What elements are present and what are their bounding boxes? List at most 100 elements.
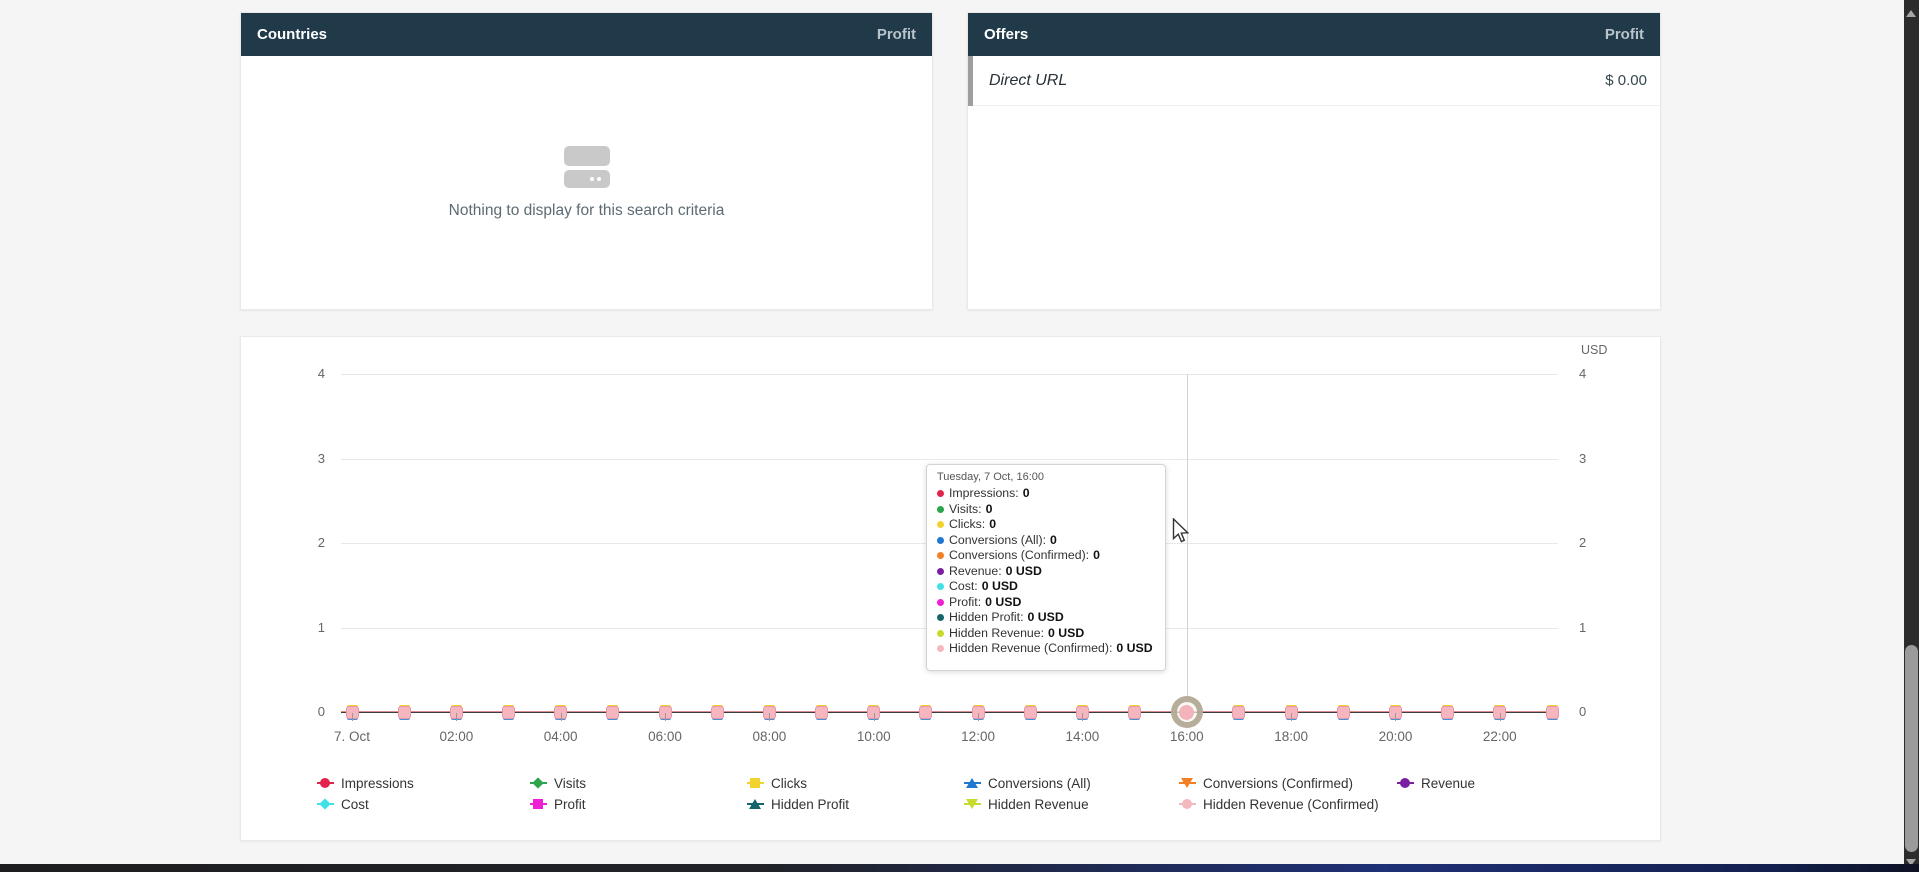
x-axis-tick xyxy=(1500,713,1501,721)
offers-left-scrollbar[interactable] xyxy=(968,56,973,106)
legend-item-impressions[interactable]: Impressions xyxy=(317,775,414,791)
hovered-data-point[interactable] xyxy=(1171,696,1203,728)
legend-marker-icon xyxy=(1397,776,1414,790)
offers-panel-header: Offers Profit xyxy=(968,13,1660,56)
scrollbar-up-arrow-icon[interactable] xyxy=(1906,10,1916,17)
tooltip-series-bullet-icon xyxy=(937,614,944,621)
tooltip-series-label: Visits: xyxy=(949,502,982,518)
tooltip-header: Tuesday, 7 Oct, 16:00 xyxy=(937,471,1155,483)
legend-item-hidden-revenue[interactable]: Hidden Revenue xyxy=(964,796,1089,812)
tooltip-row: Hidden Revenue (Confirmed):0 USD xyxy=(937,641,1155,657)
legend-item-hidden-profit[interactable]: Hidden Profit xyxy=(747,796,849,812)
legend-item-clicks[interactable]: Clicks xyxy=(747,775,807,791)
tooltip-series-bullet-icon xyxy=(937,537,944,544)
bottom-taskbar-edge xyxy=(0,864,1919,872)
tooltip-series-bullet-icon xyxy=(937,583,944,590)
chart-currency-label: USD xyxy=(1581,343,1607,357)
gridline-y4 xyxy=(341,374,1558,375)
legend-item-conversions-all-[interactable]: Conversions (All) xyxy=(964,775,1091,791)
legend-item-conversions-confirmed-[interactable]: Conversions (Confirmed) xyxy=(1179,775,1353,791)
data-point-marker[interactable] xyxy=(1024,706,1037,719)
chart-panel: USD 44332211007. Oct02:0004:0006:0008:00… xyxy=(240,336,1661,841)
legend-label: Hidden Revenue xyxy=(988,797,1089,812)
x-axis-tick xyxy=(561,713,562,721)
countries-panel-title: Countries xyxy=(257,26,327,43)
tooltip-series-label: Cost: xyxy=(949,579,978,595)
tooltip-series-value: 0 xyxy=(1050,533,1057,549)
empty-data-icon xyxy=(564,146,610,188)
legend-label: Visits xyxy=(554,776,586,791)
data-point-marker[interactable] xyxy=(1128,706,1141,719)
tooltip-row: Conversions (All):0 xyxy=(937,533,1155,549)
data-point-marker[interactable] xyxy=(815,706,828,719)
data-point-marker[interactable] xyxy=(711,706,724,719)
tooltip-series-value: 0 xyxy=(989,517,996,533)
y-axis-label-left: 1 xyxy=(295,620,325,635)
mouse-cursor-icon xyxy=(1172,518,1190,550)
legend-item-hidden-revenue-confirmed-[interactable]: Hidden Revenue (Confirmed) xyxy=(1179,796,1379,812)
x-axis-label: 02:00 xyxy=(421,729,491,744)
tooltip-row: Hidden Profit:0 USD xyxy=(937,610,1155,626)
legend-marker-icon xyxy=(530,776,547,790)
legend-label: Conversions (Confirmed) xyxy=(1203,776,1353,791)
tooltip-series-bullet-icon xyxy=(937,599,944,606)
tooltip-series-label: Conversions (Confirmed): xyxy=(949,548,1089,564)
tooltip-series-bullet-icon xyxy=(937,552,944,559)
legend-marker-icon xyxy=(1179,776,1196,790)
tooltip-series-label: Conversions (All): xyxy=(949,533,1046,549)
data-point-marker[interactable] xyxy=(1232,706,1245,719)
scrollbar-thumb[interactable] xyxy=(1905,645,1918,852)
data-point-marker[interactable] xyxy=(1337,706,1350,719)
x-axis-tick xyxy=(665,713,666,721)
tooltip-series-label: Clicks: xyxy=(949,517,985,533)
chart-tooltip: Tuesday, 7 Oct, 16:00 Impressions:0Visit… xyxy=(926,464,1166,671)
y-axis-label-right: 3 xyxy=(1579,451,1609,466)
x-axis-label: 06:00 xyxy=(630,729,700,744)
empty-state-text: Nothing to display for this search crite… xyxy=(449,202,725,220)
data-point-marker[interactable] xyxy=(398,706,411,719)
legend-label: Hidden Revenue (Confirmed) xyxy=(1203,797,1379,812)
legend-item-revenue[interactable]: Revenue xyxy=(1397,775,1475,791)
legend-marker-icon xyxy=(747,776,764,790)
legend-item-cost[interactable]: Cost xyxy=(317,796,369,812)
countries-metric-header: Profit xyxy=(877,26,916,43)
tooltip-series-bullet-icon xyxy=(937,568,944,575)
tooltip-series-value: 0 USD xyxy=(1116,641,1152,657)
legend-marker-icon xyxy=(964,776,981,790)
tooltip-series-value: 0 xyxy=(1093,548,1100,564)
legend-label: Clicks xyxy=(771,776,807,791)
tooltip-series-label: Impressions: xyxy=(949,486,1019,502)
tooltip-series-value: 0 USD xyxy=(982,579,1018,595)
offers-table-row[interactable]: Direct URL $ 0.00 xyxy=(968,56,1660,106)
tooltip-row: Profit:0 USD xyxy=(937,595,1155,611)
tooltip-series-bullet-icon xyxy=(937,521,944,528)
legend-item-profit[interactable]: Profit xyxy=(530,796,586,812)
legend-marker-icon xyxy=(530,797,547,811)
countries-panel: Countries Profit Nothing to display for … xyxy=(240,12,933,310)
y-axis-label-right: 2 xyxy=(1579,535,1609,550)
data-point-marker[interactable] xyxy=(502,706,515,719)
offer-name[interactable]: Direct URL xyxy=(989,72,1067,90)
x-axis-tick xyxy=(1291,713,1292,721)
offer-profit-value: $ 0.00 xyxy=(1605,72,1647,89)
data-point-marker[interactable] xyxy=(606,706,619,719)
y-axis-label-right: 4 xyxy=(1579,366,1609,381)
tooltip-series-label: Revenue: xyxy=(949,564,1002,580)
tooltip-series-value: 0 xyxy=(1023,486,1030,502)
offers-metric-header: Profit xyxy=(1605,26,1644,43)
legend-label: Cost xyxy=(341,797,369,812)
x-axis-label: 20:00 xyxy=(1360,729,1430,744)
y-axis-label-left: 4 xyxy=(295,366,325,381)
tooltip-series-value: 0 USD xyxy=(1048,626,1084,642)
page-scrollbar[interactable] xyxy=(1904,0,1919,872)
countries-empty-state: Nothing to display for this search crite… xyxy=(241,56,932,309)
data-point-marker[interactable] xyxy=(1546,706,1559,719)
data-point-marker[interactable] xyxy=(919,706,932,719)
legend-label: Profit xyxy=(554,797,586,812)
data-point-marker[interactable] xyxy=(1441,706,1454,719)
legend-marker-icon xyxy=(747,797,764,811)
x-axis-line xyxy=(341,712,1558,713)
tooltip-series-bullet-icon xyxy=(937,506,944,513)
legend-item-visits[interactable]: Visits xyxy=(530,775,586,791)
x-axis-label: 10:00 xyxy=(839,729,909,744)
